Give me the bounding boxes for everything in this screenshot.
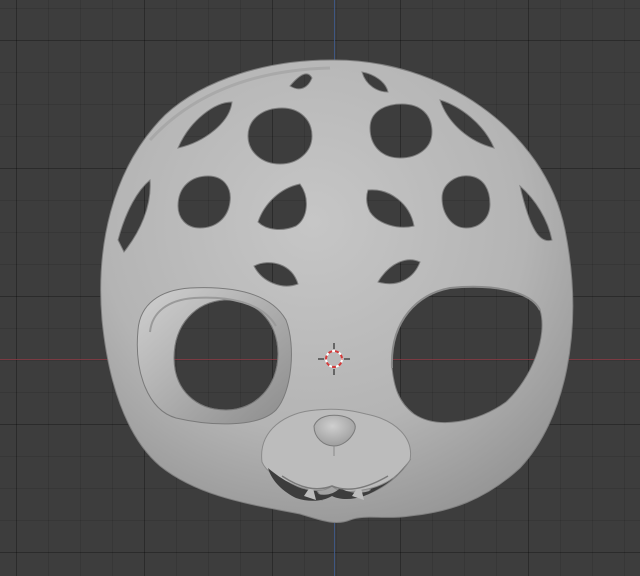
- scene-canvas: [100, 59, 574, 523]
- mask-mesh[interactable]: [100, 59, 574, 523]
- left-eye-rim[interactable]: [136, 287, 292, 425]
- 3d-viewport[interactable]: [0, 0, 640, 576]
